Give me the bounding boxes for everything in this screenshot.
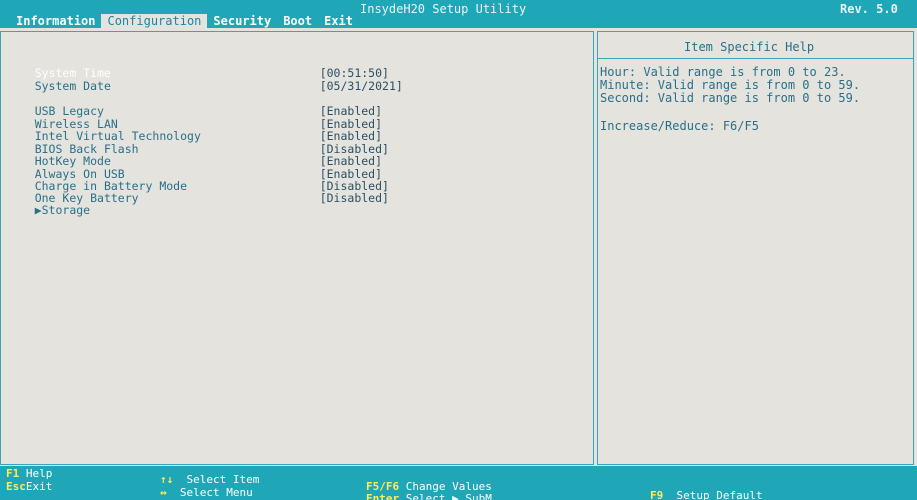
tab-information[interactable]: Information [10,14,101,28]
bios-screen: InsydeH20 Setup Utility Rev. 5.0 Informa… [0,0,917,500]
setup-default-label: Setup Default [676,489,763,500]
tab-boot[interactable]: Boot [277,14,318,28]
tab-configuration[interactable]: Configuration [101,14,208,28]
select-menu-label: Select Menu [179,486,253,499]
f1-key: F1 [6,467,20,480]
help-key-label: Help [25,467,53,480]
menu-tabs: Information Configuration Security Boot … [10,14,359,28]
key-select-menu: ↔ Select Menu [160,486,253,499]
select-submenu-label: Select ▶ SubM [405,492,492,500]
tab-security[interactable]: Security [207,14,277,28]
revision-label: Rev. 5.0 [840,2,898,16]
setting-value[interactable]: [Disabled] [320,191,389,205]
key-select-submenu: Enter Select ▶ SubM [366,492,492,500]
key-setup-default: F9 Setup Default [650,489,763,500]
key-select-item: ↑↓ Select Item [160,473,259,486]
exit-key-label: Exit [25,480,53,493]
app-title: InsydeH20 Setup Utility [360,2,527,16]
help-title: Item Specific Help [684,40,815,54]
enter-key: Enter [366,492,400,500]
up-down-arrows-icon: ↑↓ [160,473,174,486]
help-panel: Item Specific Help Hour: Valid range is … [597,31,914,465]
help-text: Hour: Valid range is from 0 to 23. Minut… [600,66,860,105]
help-increase-reduce: Increase/Reduce: F6/F5 [600,119,759,133]
top-bar: InsydeH20 Setup Utility Rev. 5.0 Informa… [0,0,917,28]
left-right-arrows-icon: ↔ [160,486,167,499]
help-line-second: Second: Valid range is from 0 to 59. [600,91,861,105]
f9-key: F9 [650,489,664,500]
tab-exit[interactable]: Exit [318,14,359,28]
submenu-storage[interactable]: ▶Storage [7,189,320,231]
select-item-label: Select Item [186,473,260,486]
key-exit: EscExit [6,480,52,493]
key-legend-bar: F1 Help EscExit ↑↓ Select Item ↔ Select … [0,466,917,500]
help-divider [598,58,913,59]
esc-key: Esc [6,480,26,493]
key-help: F1 Help [6,467,52,480]
setting-label: ▶Storage [34,203,91,217]
